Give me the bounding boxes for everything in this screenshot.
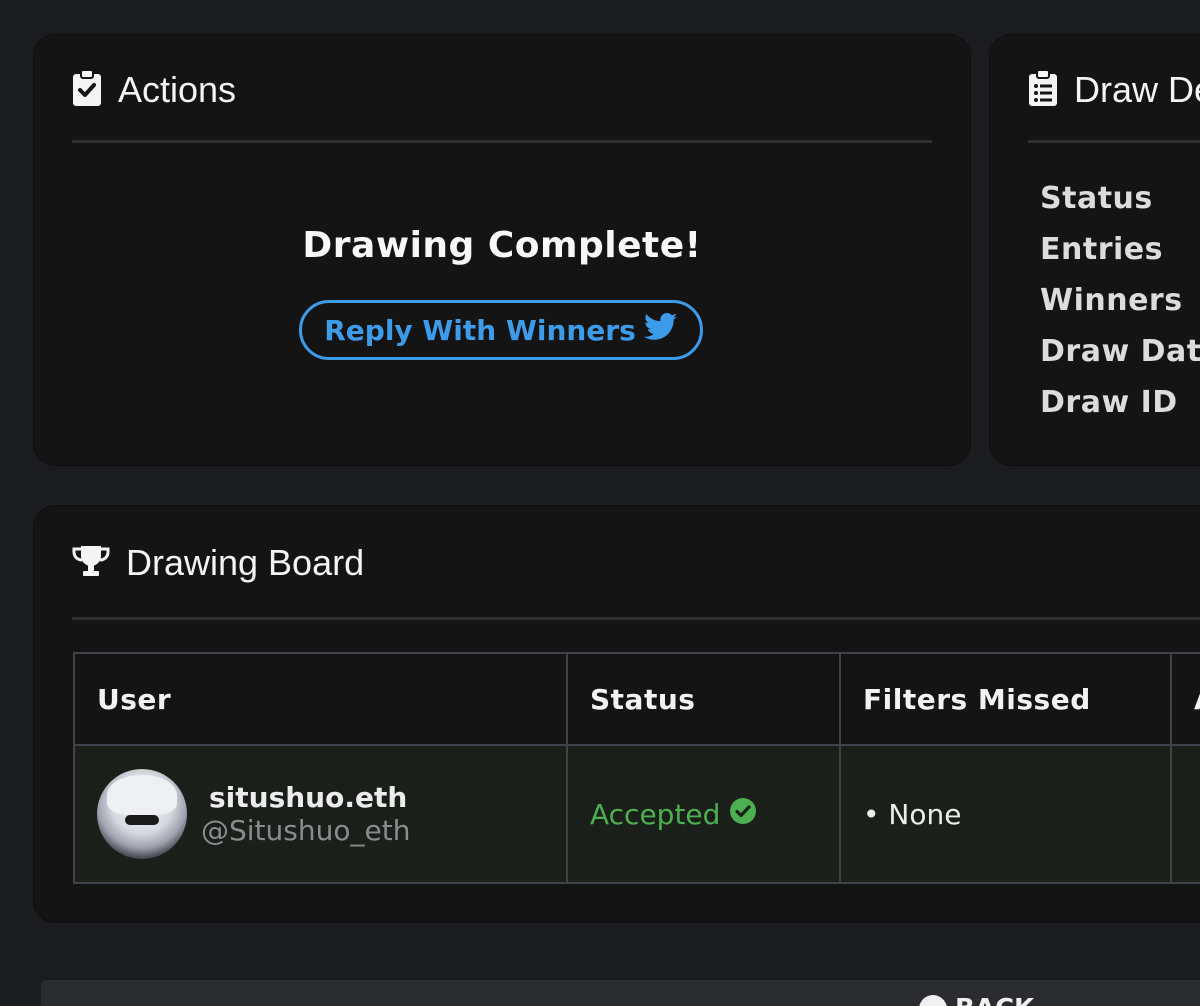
table-header-row: User Status Filters Missed A [73,652,1200,746]
actions-title: Actions [118,69,237,110]
actions-card: Actions Drawing Complete! Reply With Win… [33,34,971,466]
draw-details-card: Draw De Status Entries Winners Draw Date… [989,34,1200,466]
drawing-board-table: User Status Filters Missed A [73,652,1200,884]
details-header: Draw De [1028,69,1200,111]
clipboard-list-icon [1028,69,1058,111]
cut-off-cell [1170,744,1200,884]
detail-label-status: Status [1040,181,1153,216]
column-header-user[interactable]: User [73,652,568,746]
detail-label-draw-date: Draw Date [1040,334,1200,369]
actions-divider [72,140,932,143]
back-label: BACK [955,994,1034,1006]
page: Actions Drawing Complete! Reply With Win… [0,0,1200,1006]
clipboard-check-icon [72,69,102,111]
detail-label-draw-id: Draw ID [1040,385,1178,420]
status-text: Accepted [590,797,721,831]
column-header-filters-missed[interactable]: Filters Missed [839,652,1172,746]
table-row[interactable]: situshuo.eth @Situshuo_eth Accepted • No… [73,744,1200,884]
check-circle-icon [730,797,757,831]
status-cell: Accepted [566,744,841,884]
drawing-board-card: Drawing Board User Status Filters Missed… [33,505,1200,923]
drawing-complete-text: Drawing Complete! [302,225,702,266]
filters-missed-cell: • None [839,744,1172,884]
detail-label-entries: Entries [1040,232,1163,267]
twitter-icon [643,312,678,348]
user-handle: @Situshuo_eth [201,814,411,847]
detail-label-winners: Winners [1040,283,1183,318]
back-button[interactable]: BACK [919,994,1034,1006]
column-header-cut[interactable]: A [1170,652,1200,746]
actions-header: Actions [72,69,236,111]
reply-with-winners-button[interactable]: Reply With Winners [299,300,703,360]
user-display-name: situshuo.eth [209,781,408,814]
details-divider [1028,140,1200,143]
bottom-bar: BACK [41,980,1200,1006]
reply-button-label: Reply With Winners [324,313,636,347]
board-title: Drawing Board [126,542,365,583]
board-header: Drawing Board [72,542,364,584]
status-badge: Accepted [590,797,817,831]
avatar[interactable] [97,769,187,859]
user-cell: situshuo.eth @Situshuo_eth [73,744,568,884]
column-header-status[interactable]: Status [566,652,841,746]
board-divider [72,617,1200,620]
trophy-icon [72,544,110,582]
details-title: Draw De [1074,69,1200,110]
detail-labels-list: Status Entries Winners Draw Date Draw ID [1040,177,1200,432]
back-arrow-icon [919,995,947,1006]
